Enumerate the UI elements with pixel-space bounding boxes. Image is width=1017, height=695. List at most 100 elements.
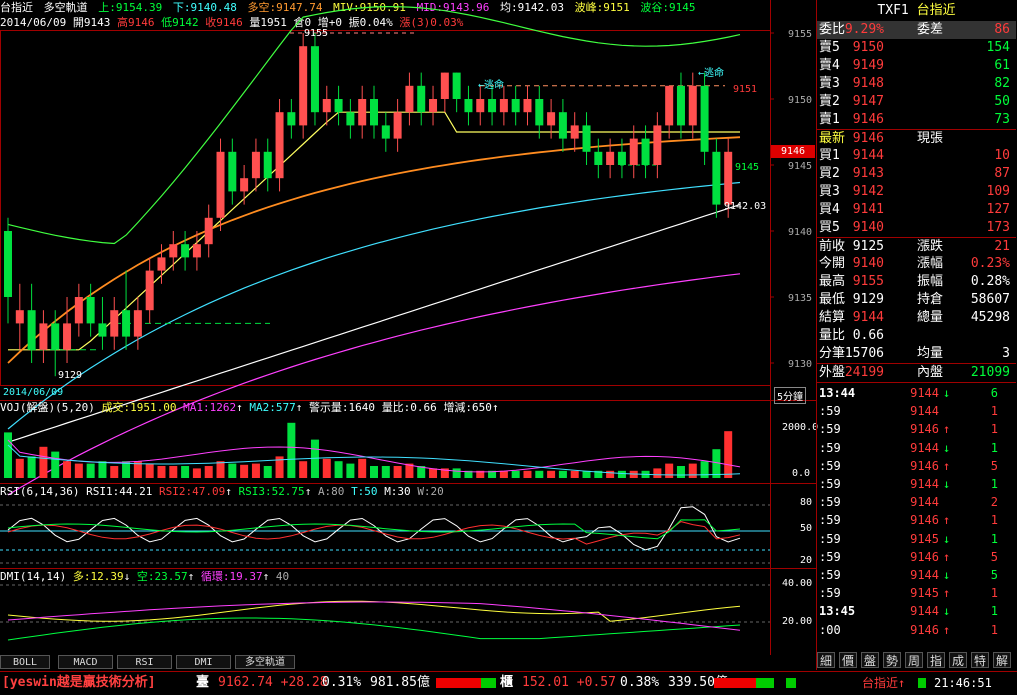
vol-axis-low: 0.0	[792, 468, 811, 479]
right-tab[interactable]: 細	[817, 652, 835, 668]
period-button[interactable]: 5分鐘	[774, 387, 807, 404]
right-tab[interactable]: 周	[905, 652, 923, 668]
tick-row: :59 9146 ↑ 1	[817, 420, 1016, 438]
volume-bar	[452, 468, 461, 478]
volume-bar	[110, 466, 119, 478]
stat-row: 結算 9144 總量 45298	[817, 309, 1016, 327]
right-tab[interactable]: 價	[839, 652, 857, 668]
candle-body	[417, 85, 426, 113]
candle-body	[476, 99, 485, 113]
ask-qty: 154	[986, 40, 1010, 55]
right-tab[interactable]: 指	[927, 652, 945, 668]
tick-direction-icon: ↑	[943, 513, 951, 528]
candle-body	[181, 244, 190, 258]
tab-boll[interactable]: BOLL	[0, 655, 50, 669]
tw-index-label: 臺	[196, 675, 210, 690]
ratio-value: 9.29%	[844, 22, 884, 37]
tab-macd[interactable]: MACD	[58, 655, 113, 669]
volume-bar	[192, 468, 201, 478]
ask-row[interactable]: 賣1 9146 73	[817, 111, 1016, 129]
volume-bar	[547, 470, 556, 478]
ask-row[interactable]: 賣4 9149 61	[817, 57, 1016, 75]
tick-time: :59	[819, 568, 841, 582]
dmi-adx: 循環:19.37	[200, 570, 263, 583]
quote-header: TXF1 台指近	[817, 3, 1016, 19]
wave-trough-label: 9145	[735, 162, 760, 173]
ask-row[interactable]: 賣5 9150 154	[817, 39, 1016, 57]
tick-time: :59	[819, 458, 841, 473]
right-tab[interactable]: 特	[971, 652, 989, 668]
vol-ma2: MA2:577	[249, 401, 296, 414]
price-chart[interactable]: 9155 9150 9145 9140 9135 9130	[0, 0, 816, 655]
volume-bar	[334, 461, 343, 478]
bid-row[interactable]: 買1 9144 10	[817, 147, 1016, 165]
stat-value: 0.66	[852, 328, 884, 343]
right-tab[interactable]: 勢	[883, 652, 901, 668]
status-symbol[interactable]: 台指近↑	[862, 672, 905, 694]
volume-bar	[665, 463, 674, 478]
stat-value-2: 58607	[970, 292, 1010, 307]
candle-body	[15, 310, 24, 324]
volume-bar	[429, 468, 438, 478]
volume-bar	[617, 470, 626, 478]
candle-body	[287, 112, 296, 126]
tick-row: :59 9145 ↓ 1	[817, 530, 1016, 548]
clock: 21:46:51	[934, 676, 992, 690]
tick-time: 13:45	[819, 604, 856, 619]
tick-row: 13:45 9144 ↓ 1	[817, 602, 1016, 620]
bid-row[interactable]: 買3 9142 109	[817, 183, 1016, 201]
candle-body	[334, 99, 343, 113]
rsi1-line	[7, 506, 741, 551]
tab-rsi[interactable]: RSI	[117, 655, 172, 669]
volume-bar	[263, 466, 272, 478]
volume-bar	[570, 470, 579, 478]
ask-price: 9150	[852, 40, 884, 55]
candle-body	[617, 151, 626, 165]
right-tab[interactable]: 成	[949, 652, 967, 668]
bid-row[interactable]: 買2 9143 87	[817, 165, 1016, 183]
ask-row[interactable]: 賣2 9147 50	[817, 93, 1016, 111]
vol-warn: 警示量:1640	[308, 401, 376, 414]
bid-row[interactable]: 買4 9141 127	[817, 201, 1016, 219]
right-tab[interactable]: 解	[993, 652, 1011, 668]
inner-value: 21099	[970, 365, 1010, 380]
escape-signal-1-text: 逃命	[484, 80, 505, 91]
ask-qty: 73	[994, 112, 1010, 127]
volume-bar	[74, 463, 83, 478]
bid-price: 9144	[852, 148, 884, 163]
cyan-line	[7, 181, 741, 430]
quote-name: 台指近	[916, 3, 956, 18]
ask-row[interactable]: 賣3 9148 82	[817, 75, 1016, 93]
tick-volume: 1	[990, 586, 998, 601]
right-tab[interactable]: 盤	[861, 652, 879, 668]
tick-direction-icon: ↑	[943, 549, 951, 564]
candle-body	[240, 178, 249, 192]
tick-direction-icon: ↑	[943, 458, 951, 473]
tick-row: :59 9144 2	[817, 493, 1016, 511]
tick-row: :59 9146 ↑ 5	[817, 548, 1016, 566]
volume-bar	[676, 466, 685, 478]
tick-time: :59	[819, 422, 841, 437]
tick-volume: 6	[990, 386, 998, 400]
tick-row: :59 9146 ↑ 5	[817, 457, 1016, 475]
tick-price: 9146	[910, 458, 939, 473]
bid-row[interactable]: 買5 9140 173	[817, 219, 1016, 237]
bid-price: 9143	[852, 166, 884, 181]
outer-value: 24199	[844, 365, 884, 380]
tab-dmi[interactable]: DMI	[176, 655, 231, 669]
tick-price: 9145	[910, 531, 939, 546]
rsi-name: RSI(6,14,36)	[0, 485, 80, 498]
dmi-minus: 空:23.57	[136, 570, 188, 583]
tab-trend-channel[interactable]: 多空軌道	[235, 655, 295, 669]
vol-change: 增減:650	[443, 401, 492, 414]
volume-bar	[240, 464, 249, 478]
escape-signal-1: ←逃命	[478, 80, 505, 91]
candle-body	[724, 151, 733, 205]
stat-value-2: 21	[994, 239, 1010, 254]
otc-index-label: 櫃	[500, 675, 514, 690]
wave-peak-label: 9151	[733, 84, 758, 95]
tick-list[interactable]: 13:44 9144 ↓ 6:59 9144 1:59 9146 ↑ 1:59 …	[817, 384, 1016, 650]
brand-label: [yeswin越是贏技術分析]	[2, 675, 156, 690]
volume-bar	[358, 458, 367, 478]
vol-ma1: MA1:1262	[183, 401, 237, 414]
